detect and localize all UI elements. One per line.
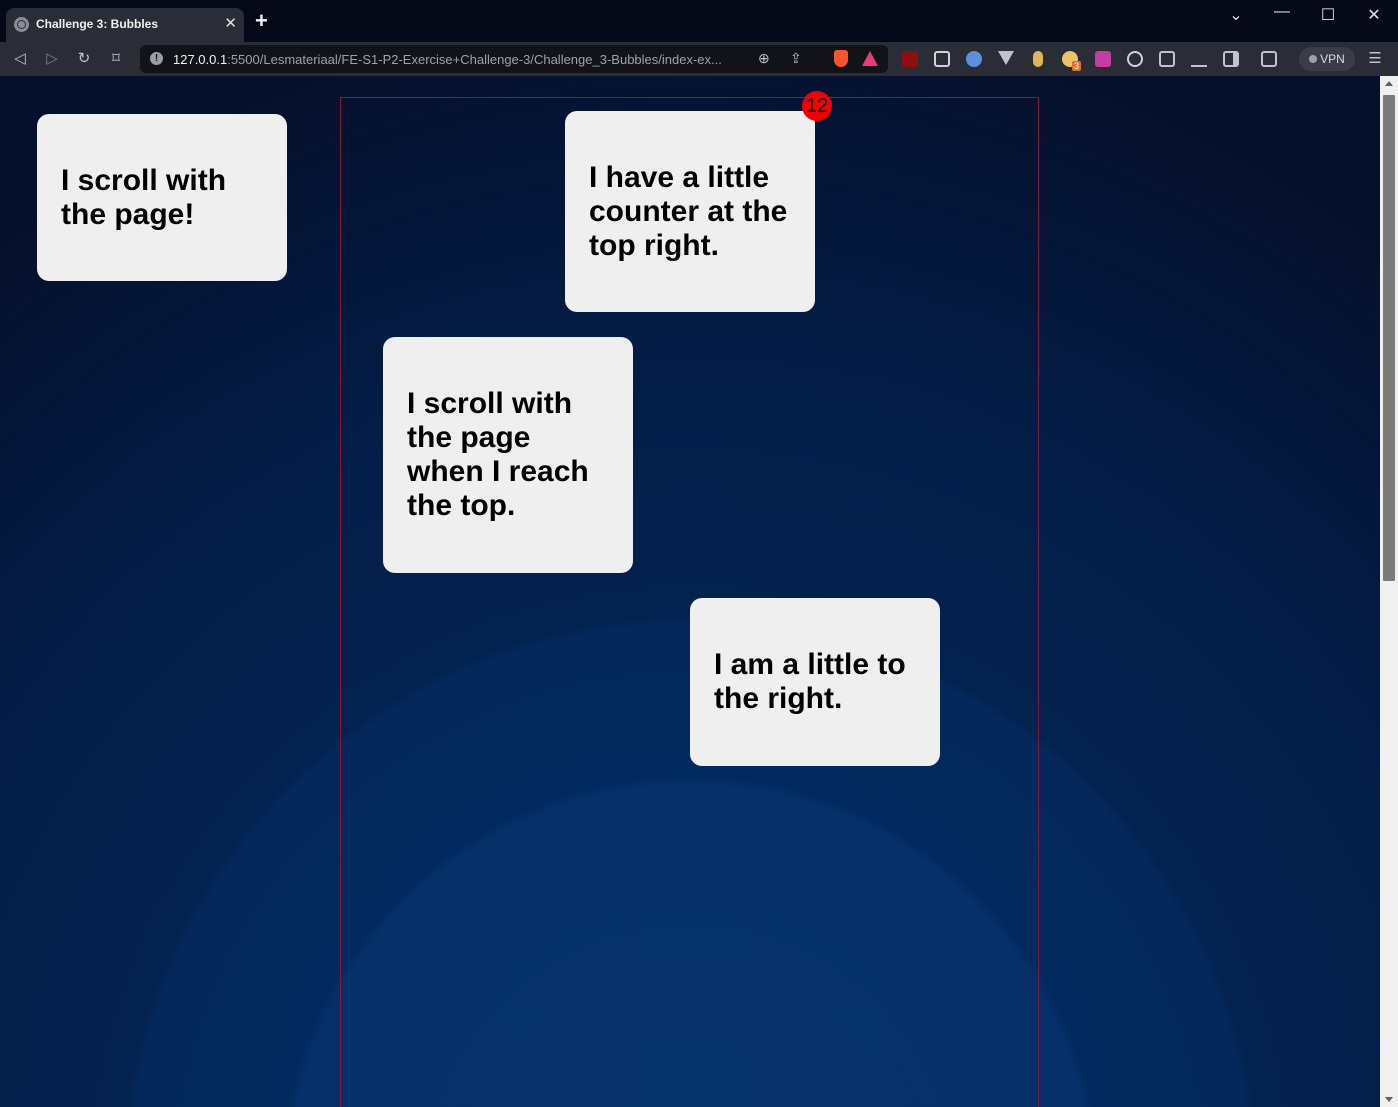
vertical-scrollbar[interactable] [1380,76,1398,1107]
bubble-right: I am a little to the right. [690,598,940,766]
page-viewport[interactable]: I scroll with the page! I have a little … [0,76,1380,1107]
zoom-icon[interactable]: ⊕ [758,50,770,67]
counter-badge: 12 [802,91,832,121]
bubble-counter: I have a little counter at the top right… [565,111,815,312]
bubble-text: I have a little counter at the top right… [589,160,788,262]
ublock-icon[interactable] [902,51,918,67]
new-tab-button[interactable]: + [255,10,268,32]
screenshot-icon[interactable] [934,51,950,67]
bubble-sticky: I scroll with the page when I reach the … [383,337,633,573]
chart-icon[interactable] [1095,51,1111,67]
download-icon[interactable] [1191,51,1207,67]
url-text: 127.0.0.1:5500/Lesmateriaal/FE-S1-P2-Exe… [173,52,722,67]
brave-shields-icon[interactable] [834,50,848,67]
bubble-text: I am a little to the right. [714,648,906,715]
vpn-button[interactable]: VPN [1299,47,1355,71]
brave-rewards-icon[interactable] [862,51,878,66]
globe-icon [14,17,29,32]
minimize-icon[interactable]: — [1270,3,1294,21]
site-info-icon[interactable]: ! [150,52,163,65]
scroll-down-icon[interactable] [1385,1097,1393,1102]
bubble-text: I scroll with the page! [61,163,227,231]
wallet-icon[interactable] [1261,51,1277,67]
address-bar[interactable]: ! 127.0.0.1:5500/Lesmateriaal/FE-S1-P2-E… [140,45,888,73]
close-tab-icon[interactable]: ✕ [224,14,237,32]
scroll-up-icon[interactable] [1385,81,1393,86]
bubble-text: I scroll with the page when I reach the … [407,387,589,522]
tab-bar: Challenge 3: Bubbles ✕ + ⌄ — ☐ ✕ [0,0,1398,42]
browser-tab[interactable]: Challenge 3: Bubbles ✕ [6,8,244,42]
back-icon[interactable]: ◁ [10,49,30,69]
vpn-status-icon [1309,55,1318,63]
scrollbar-thumb[interactable] [1383,95,1395,581]
forward-icon[interactable]: ▷ [42,49,62,69]
extension-icon[interactable] [1033,51,1043,67]
vpn-label: VPN [1320,52,1345,66]
maximize-icon[interactable]: ☐ [1316,5,1340,25]
share-icon[interactable]: ⇪ [790,50,802,67]
browser-toolbar: ◁ ▷ ↻ ⌑ ! 127.0.0.1:5500/Lesmateriaal/FE… [0,42,1398,76]
search-icon[interactable] [966,51,982,67]
vue-icon[interactable] [998,51,1014,65]
bubble-scroll: I scroll with the page! [37,114,287,281]
close-window-icon[interactable]: ✕ [1362,5,1386,25]
tab-title: Challenge 3: Bubbles [36,17,159,31]
shield-icon[interactable] [1127,51,1143,67]
reload-icon[interactable]: ↻ [74,49,94,69]
sidebar-icon[interactable] [1223,51,1239,67]
tab-list-icon[interactable]: ⌄ [1224,5,1248,25]
url-path: :5500/Lesmateriaal/FE-S1-P2-Exercise+Cha… [227,52,722,67]
puzzle-icon[interactable] [1159,51,1175,67]
extension-badge: 3 [1072,61,1082,71]
url-host: 127.0.0.1 [173,52,228,67]
bookmark-icon[interactable]: ⌑ [106,49,126,69]
menu-icon[interactable]: ☰ [1365,49,1385,69]
